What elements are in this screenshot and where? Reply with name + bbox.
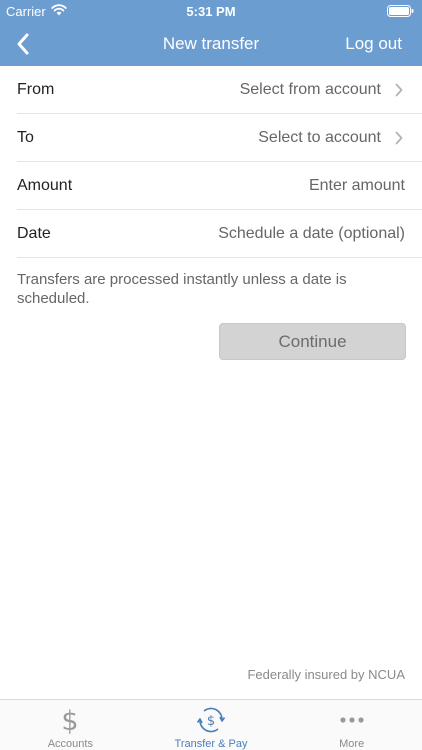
date-label: Date [17, 224, 51, 242]
from-label: From [17, 80, 55, 98]
ncua-notice: Federally insured by NCUA [247, 667, 405, 682]
logout-button[interactable]: Log out [345, 34, 402, 54]
to-account-row[interactable]: To Select to account [17, 114, 422, 162]
tab-bar: $ Accounts $ Transfer & Pay More [0, 699, 422, 750]
more-dots-icon [340, 717, 364, 723]
chevron-right-icon [395, 83, 403, 97]
svg-text:$: $ [62, 706, 79, 735]
battery-icon [387, 5, 414, 17]
amount-input[interactable]: Enter amount [309, 177, 405, 195]
chevron-right-icon [395, 131, 403, 145]
top-bar: Carrier 5:31 PM New transfer Log out [0, 0, 422, 66]
status-time: 5:31 PM [186, 4, 236, 19]
status-bar: Carrier 5:31 PM [0, 0, 422, 22]
tab-label-accounts: Accounts [47, 738, 93, 750]
from-account-value: Select from account [239, 80, 381, 98]
continue-button[interactable]: Continue [219, 323, 406, 360]
tab-more[interactable]: More [281, 700, 422, 750]
tab-label-transfer-pay: Transfer & Pay [174, 738, 248, 750]
to-label: To [17, 128, 34, 146]
to-account-value: Select to account [258, 128, 381, 146]
amount-label: Amount [17, 176, 73, 194]
amount-row[interactable]: Amount Enter amount [17, 162, 422, 210]
dollar-icon: $ [62, 706, 79, 735]
from-account-row[interactable]: From Select from account [17, 66, 422, 114]
transfer-dollar-icon: $ [196, 707, 226, 733]
svg-text:$: $ [207, 714, 215, 729]
date-row[interactable]: Date Schedule a date (optional) [17, 210, 422, 258]
nav-bar: New transfer Log out [0, 22, 422, 66]
transfer-form: From Select from account To Select to ac… [0, 66, 422, 258]
tab-label-more: More [339, 738, 365, 750]
date-input[interactable]: Schedule a date (optional) [218, 225, 405, 243]
transfer-note: Transfers are processed instantly unless… [17, 271, 347, 307]
app-screen: Carrier 5:31 PM New transfer Log out Fro… [0, 0, 422, 750]
tab-transfer-pay[interactable]: $ Transfer & Pay [141, 700, 282, 750]
tab-accounts[interactable]: $ Accounts [0, 700, 141, 750]
